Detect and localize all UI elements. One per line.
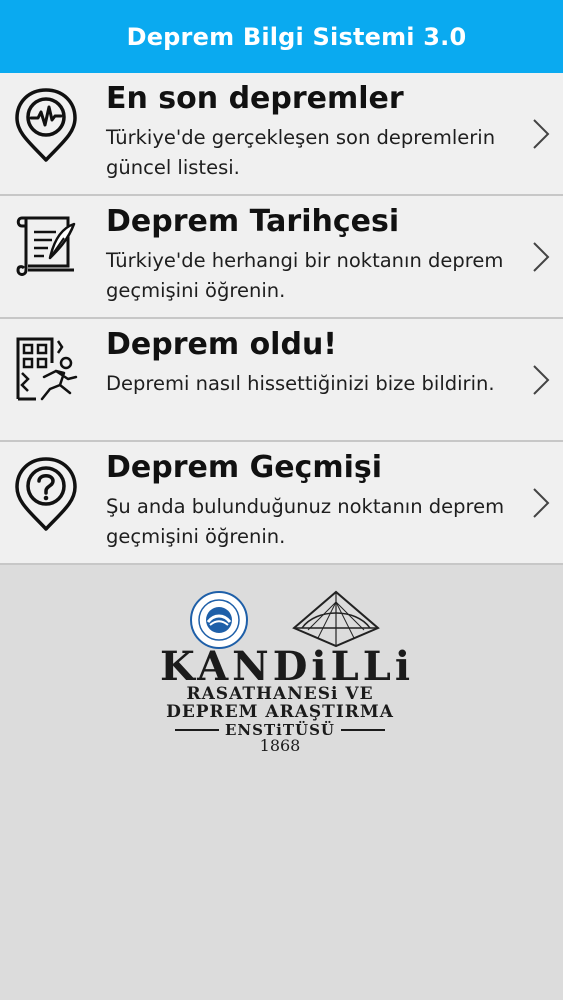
menu-item-earthquake-history[interactable]: Deprem Tarihçesi Türkiye'de herhangi bir… [0,196,563,319]
menu-item-description: Depremi nasıl hissettiğinizi bize bildir… [106,372,495,395]
university-seal-icon [190,591,248,649]
logo-line-1: RASATHANESi VE [186,684,374,704]
menu-item-description: Türkiye'de gerçekleşen son depremlerin g… [106,126,496,179]
logo-divider [175,729,219,731]
building-running-person-icon [16,337,78,401]
app-bar: Deprem Bilgi Sistemi 3.0 [0,0,563,73]
logo-divider [341,729,385,731]
scroll-quill-icon [16,216,76,276]
menu-item-title: En son depremler [106,81,404,116]
question-pin-icon [15,457,77,531]
chevron-right-icon [533,242,550,272]
menu-item-title: Deprem Geçmişi [106,450,383,485]
kandilli-logo: KANDiLLi RASATHANESi VE DEPREM ARAŞTIRMA… [160,588,410,758]
menu-item-report-earthquake[interactable]: Deprem oldu! Depremi nasıl hissettiğiniz… [0,319,563,442]
seismograph-pin-icon [15,88,77,162]
menu-item-description: Şu anda bulunduğunuz noktanın deprem geç… [106,495,505,548]
menu-item-description: Türkiye'de herhangi bir noktanın deprem … [106,249,504,302]
chevron-right-icon [533,119,550,149]
menu-item-latest-earthquakes[interactable]: En son depremler Türkiye'de gerçekleşen … [0,73,563,196]
app-title: Deprem Bilgi Sistemi 3.0 [126,22,467,51]
menu-item-location-history[interactable]: Deprem Geçmişi Şu anda bulunduğunuz nokt… [0,442,563,565]
logo-year: 1868 [259,736,301,755]
observatory-instrument-icon [292,590,380,648]
main-menu: En son depremler Türkiye'de gerçekleşen … [0,73,563,565]
menu-item-title: Deprem oldu! [106,327,337,362]
chevron-right-icon [533,365,550,395]
logo-line-2: DEPREM ARAŞTIRMA [166,702,394,722]
menu-item-title: Deprem Tarihçesi [106,204,400,239]
chevron-right-icon [533,488,550,518]
